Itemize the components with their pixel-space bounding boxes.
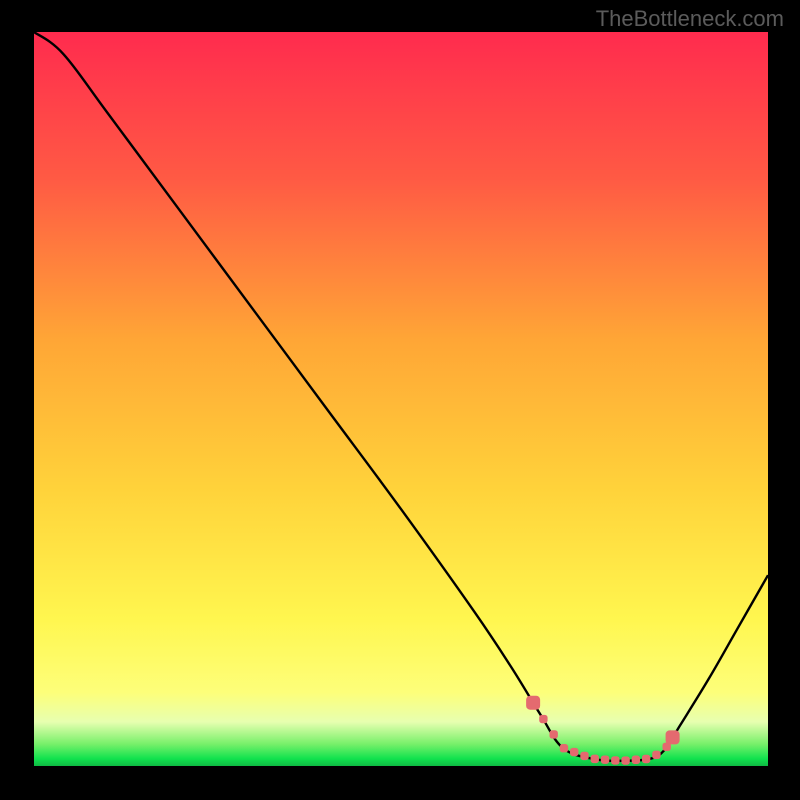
optimal-marker-dot bbox=[632, 756, 640, 764]
optimal-marker-dot bbox=[621, 756, 629, 764]
watermark-text: TheBottleneck.com bbox=[596, 6, 784, 32]
optimal-marker-dot bbox=[652, 751, 660, 759]
optimal-marker-cap bbox=[666, 730, 680, 744]
optimal-marker-dot bbox=[549, 730, 557, 738]
optimal-marker-dot bbox=[601, 755, 609, 763]
optimal-marker-dot bbox=[591, 755, 599, 763]
optimal-marker-dot bbox=[539, 715, 547, 723]
optimal-marker-dot bbox=[580, 752, 588, 760]
optimal-marker-dot bbox=[642, 755, 650, 763]
optimal-marker-dot bbox=[570, 748, 578, 756]
optimal-marker-dot bbox=[560, 744, 568, 752]
optimal-marker-dot bbox=[611, 756, 619, 764]
optimal-marker-cap bbox=[526, 696, 540, 710]
chart-svg bbox=[34, 32, 768, 766]
bottleneck-chart bbox=[34, 32, 768, 766]
gradient-background bbox=[34, 32, 768, 766]
optimal-marker-dot bbox=[663, 743, 671, 751]
